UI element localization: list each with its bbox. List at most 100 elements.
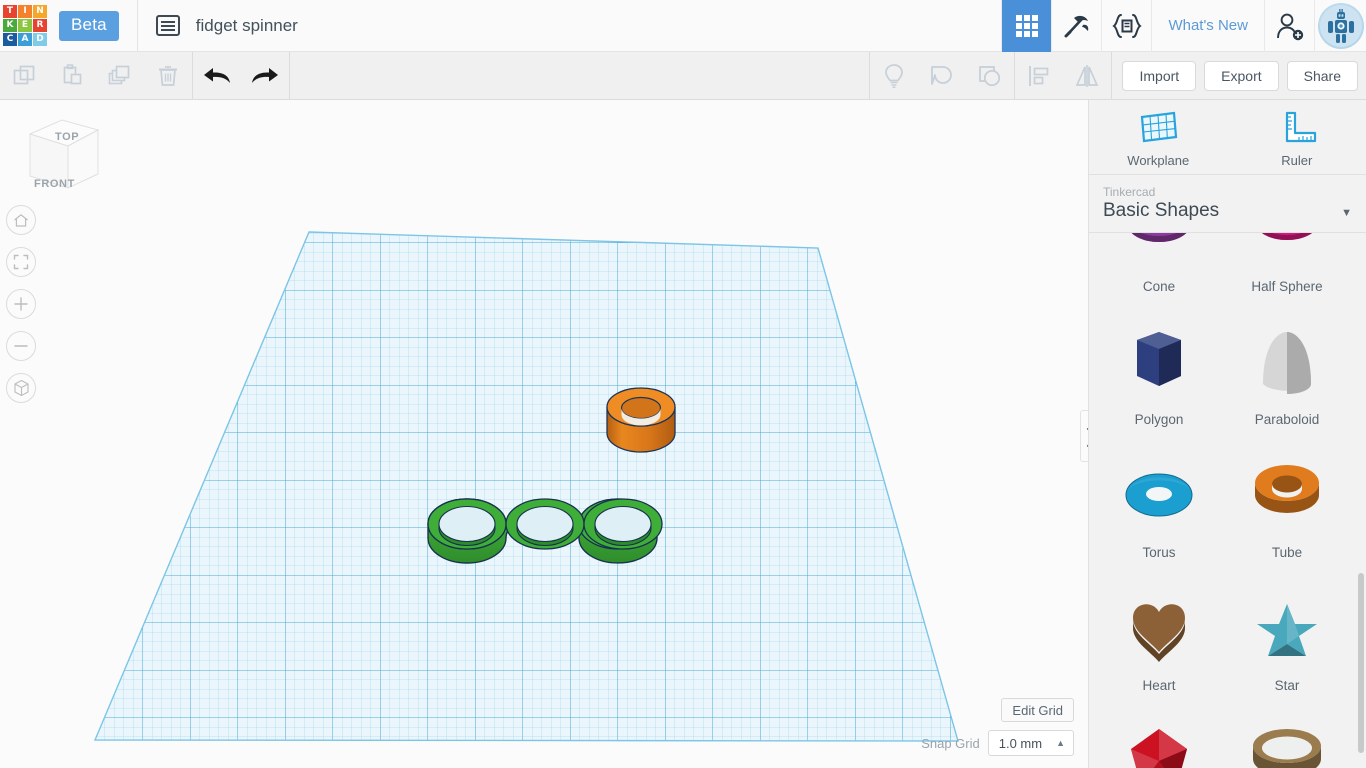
toolbar-divider: [289, 51, 290, 100]
copy-button[interactable]: [0, 52, 48, 100]
undo-icon: [204, 67, 230, 83]
whats-new-link[interactable]: What's New: [1151, 0, 1264, 52]
library-owner: Tinkercad: [1103, 185, 1156, 199]
home-view-button[interactable]: [6, 205, 36, 235]
home-icon: [14, 213, 28, 227]
paste-button[interactable]: [48, 52, 96, 100]
paraboloid-thumbnail: [1263, 332, 1311, 394]
cube-icon: [13, 379, 29, 397]
shape-item-torus[interactable]: Torus: [1095, 447, 1223, 580]
logo-tile-i-1: I: [18, 5, 32, 18]
trash-icon: [159, 65, 177, 86]
shape-item-heart[interactable]: Heart: [1095, 580, 1223, 713]
shape-thumbnail: [1095, 713, 1223, 768]
view-nav-buttons: [6, 205, 36, 415]
view-cube[interactable]: TOP FRONT: [22, 112, 104, 198]
clipboard-group: [0, 52, 192, 100]
chevron-down-icon[interactable]: ▼: [1341, 207, 1352, 219]
share-button[interactable]: Share: [1286, 60, 1358, 91]
shape-list[interactable]: Cone Half Sphere Polygon Paraboloid Toru…: [1089, 233, 1366, 768]
perspective-toggle-button[interactable]: [6, 373, 36, 403]
gallery-button[interactable]: [1001, 0, 1052, 52]
mirror-button[interactable]: [1063, 52, 1111, 100]
shape-label: Paraboloid: [1254, 412, 1320, 427]
account-button[interactable]: [1314, 0, 1366, 52]
panel-tools: Workplane Ruler: [1089, 100, 1366, 175]
export-button[interactable]: Export: [1204, 60, 1279, 91]
panel-scrollbar[interactable]: [1358, 573, 1364, 753]
duplicate-button[interactable]: [96, 52, 144, 100]
shape-item-ring[interactable]: [1223, 713, 1351, 768]
group-button[interactable]: [918, 52, 966, 100]
shape-thumbnail: [1223, 713, 1351, 768]
ruler-tool[interactable]: Ruler: [1228, 100, 1366, 174]
workplane-tool[interactable]: Workplane: [1089, 100, 1228, 174]
shape-thumbnail: [1223, 233, 1351, 279]
shape-thumbnail: [1223, 447, 1351, 545]
logo-tile-r-5: R: [33, 19, 47, 32]
undo-button[interactable]: [193, 52, 241, 100]
robot-avatar-icon: [1319, 4, 1362, 47]
tinkercad-logo[interactable]: TIN KER CAD: [3, 5, 47, 46]
history-group: [193, 52, 289, 100]
mirror-icon: [1076, 64, 1099, 87]
person-add-icon: [1276, 13, 1303, 40]
library-selector[interactable]: Tinkercad Basic Shapes ▼: [1089, 175, 1366, 232]
ruler-tool-label: Ruler: [1281, 152, 1313, 168]
copy-icon: [13, 65, 35, 84]
ruler-icon: [1285, 111, 1316, 142]
blocks-pickaxe-button[interactable]: [1051, 0, 1101, 52]
add-user-button[interactable]: [1264, 0, 1314, 52]
redo-icon: [252, 67, 278, 83]
codeblocks-button[interactable]: [1101, 0, 1151, 52]
edit-grid-button[interactable]: Edit Grid: [1001, 698, 1074, 722]
beta-badge[interactable]: Beta: [59, 10, 119, 41]
import-button[interactable]: Import: [1122, 60, 1197, 91]
logo-tile-k-3: K: [3, 19, 17, 32]
shape-item-cone[interactable]: Cone: [1095, 233, 1223, 314]
snap-grid-dropdown[interactable]: 1.0 mm ▲: [987, 730, 1074, 756]
toolbar-right-group: Import Export Share: [869, 51, 1366, 100]
shape-item-polygon[interactable]: Polygon: [1095, 314, 1223, 447]
design-name[interactable]: fidget spinner: [196, 16, 298, 36]
design-list-icon[interactable]: [155, 15, 180, 36]
shape-item-star[interactable]: Star: [1223, 580, 1351, 713]
top-bar-right: What's New: [1001, 0, 1366, 52]
logo-tile-d-8: D: [33, 33, 47, 46]
shapes-panel: Workplane Ruler Tinkercad Basic Shapes ▼: [1088, 100, 1366, 768]
align-button[interactable]: [1015, 52, 1063, 100]
edit-toolbar: Import Export Share: [0, 51, 1366, 100]
shape-item-half-sphere[interactable]: Half Sphere: [1223, 233, 1351, 314]
shape-item-paraboloid[interactable]: Paraboloid: [1223, 314, 1351, 447]
halfsphere-top-thumbnail: [1261, 233, 1313, 240]
shape-item-polyhedron[interactable]: [1095, 713, 1223, 768]
ungroup-icon: [979, 65, 1001, 86]
logo-tile-a-7: A: [18, 33, 32, 46]
shape-label: Heart: [1142, 678, 1176, 693]
caret-up-icon: ▲: [1056, 738, 1065, 748]
ungroup-button[interactable]: [966, 52, 1014, 100]
fit-view-button[interactable]: [6, 247, 36, 277]
cone-top-thumbnail: [1131, 233, 1187, 242]
polyhedron-thumbnail: [1131, 729, 1187, 768]
workplane-tool-label: Workplane: [1127, 152, 1190, 168]
top-bar: TINKERCAD Beta fidget spinner What's New: [0, 0, 1366, 52]
zoom-out-button[interactable]: [6, 331, 36, 361]
torus-thumbnail: [1125, 473, 1193, 517]
shape-label: Half Sphere: [1251, 279, 1323, 294]
view-cube-top-label[interactable]: TOP: [55, 131, 79, 143]
design-canvas[interactable]: Workplane: [0, 100, 1088, 768]
workplane-icon: [1141, 111, 1178, 142]
paste-icon: [63, 63, 82, 84]
shape-item-tube[interactable]: Tube: [1223, 447, 1351, 580]
view-cube-front-label[interactable]: FRONT: [34, 178, 75, 190]
zoom-in-button[interactable]: [6, 289, 36, 319]
redo-button[interactable]: [241, 52, 289, 100]
polygon-thumbnail: [1137, 332, 1181, 386]
shape-thumbnail: [1223, 580, 1351, 678]
duplicate-icon: [108, 65, 130, 84]
delete-button[interactable]: [144, 52, 192, 100]
tube-object[interactable]: [606, 387, 676, 453]
shape-label: Torus: [1142, 545, 1176, 560]
hint-button[interactable]: [870, 52, 918, 100]
